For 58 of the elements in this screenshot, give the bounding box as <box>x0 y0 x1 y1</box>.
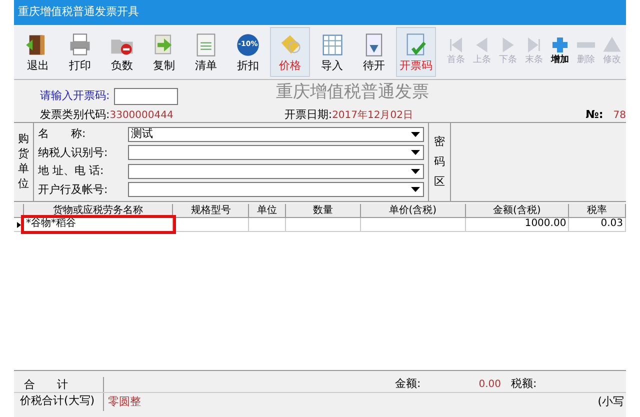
toolbar-button[interactable]: 开票码 <box>396 27 436 77</box>
window-title: 重庆增值税普通发票开具 <box>14 0 626 25</box>
date-label: 开票日期: <box>284 107 332 123</box>
caret-icon <box>411 168 420 174</box>
column-header: 税率 <box>569 204 626 217</box>
toolbar-button[interactable]: 价格 <box>270 27 310 77</box>
column-header: 单位 <box>249 204 286 217</box>
table-cell: 1000.00 <box>466 218 570 231</box>
tax-label: 税额: <box>510 376 537 392</box>
column-header: 数量 <box>286 204 361 217</box>
toolbar-button[interactable]: 退出 <box>18 27 58 77</box>
total-figures-label: (小写 <box>598 394 624 410</box>
code-input[interactable] <box>114 88 178 105</box>
table-cell: *谷物*稻谷 <box>24 218 174 231</box>
field-label: 名 称: <box>38 126 87 142</box>
caret-icon <box>411 150 420 156</box>
toolbar-button[interactable]: 负数 <box>102 27 142 77</box>
invoice-number: 78 <box>613 108 626 123</box>
field-label: 纳税人识别号: <box>38 144 109 160</box>
amount-label: 金额: <box>395 376 421 392</box>
dropdown-field[interactable] <box>128 145 424 160</box>
cipher-area-label: 密码区 <box>429 123 451 201</box>
caret-icon <box>411 132 420 137</box>
dropdown-field[interactable] <box>128 182 424 198</box>
toolbar-button[interactable]: 打印 <box>60 27 100 77</box>
row-pointer-icon <box>16 222 21 228</box>
number-label: №: <box>586 107 604 123</box>
table-cell: 0.03 <box>569 218 626 231</box>
column-header: 单价(含税) <box>360 204 466 217</box>
edit-icon <box>603 36 621 54</box>
last-icon <box>525 36 543 54</box>
type-code-label: 发票类别代码: <box>40 107 110 123</box>
code-prompt: 请输入开票码: <box>40 88 110 104</box>
nav-button[interactable]: 增加 <box>548 36 572 68</box>
discount-icon <box>235 32 261 58</box>
dropdown-field[interactable]: 测试 <box>128 126 424 142</box>
field-label: 地 址、电 话: <box>38 163 105 179</box>
toolbar-button[interactable]: 导入 <box>312 27 352 77</box>
toolbar-button[interactable]: 待开 <box>354 27 394 77</box>
dropdown-field[interactable] <box>128 164 424 179</box>
column-header: 金额(含税) <box>466 204 570 217</box>
total-words: 零圆整 <box>108 394 141 410</box>
buyer-label: 购货单位 <box>14 123 34 201</box>
column-header: 货物或应税劳务名称 <box>24 204 174 217</box>
field-label: 开户行及帐号: <box>38 182 109 198</box>
add-icon <box>551 36 569 54</box>
toolbar-button[interactable]: 清单 <box>186 27 226 77</box>
total-words-label: 价税合计(大写) <box>14 393 104 411</box>
total-amount: 0.00 <box>478 378 501 392</box>
total-label: 合 计 <box>14 377 104 392</box>
column-header: 规格型号 <box>173 204 250 217</box>
caret-icon <box>411 187 420 192</box>
first-icon <box>447 36 465 54</box>
type-code: 3300000444 <box>110 108 174 123</box>
invoice-heading: 重庆增值税普通发票 <box>276 81 429 104</box>
remove-icon <box>577 42 595 48</box>
invoice-date: 2017年12月02日 <box>332 108 413 123</box>
toolbar-button[interactable]: 复制 <box>144 27 184 77</box>
